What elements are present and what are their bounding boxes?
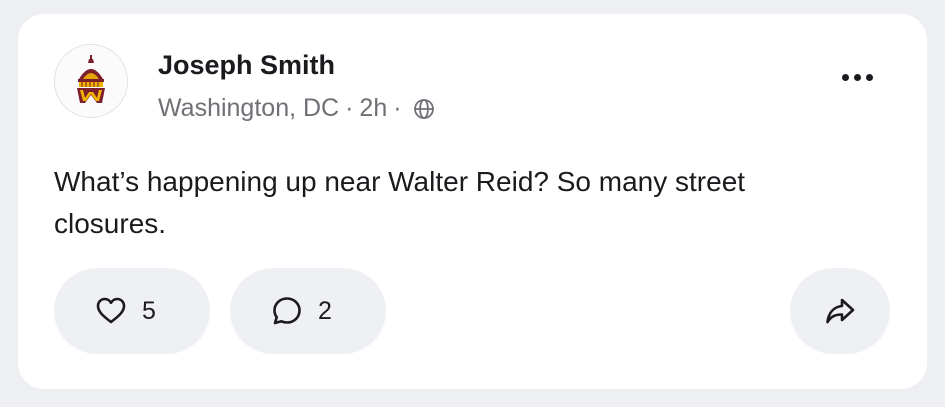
post-text: What’s happening up near Walter Reid? So… xyxy=(54,166,746,239)
post-time[interactable]: 2h xyxy=(359,94,387,123)
share-arrow-icon xyxy=(823,294,857,328)
author-name[interactable]: Joseph Smith xyxy=(158,50,335,81)
more-horizontal-icon xyxy=(841,73,873,81)
meta-separator: · xyxy=(393,94,402,122)
chat-bubble-icon xyxy=(270,294,304,328)
post-card: Joseph Smith Washington, DC · 2h · What’… xyxy=(18,14,927,389)
comment-button[interactable]: 2 xyxy=(230,268,386,354)
globe-icon xyxy=(412,97,436,121)
heart-outline-icon xyxy=(94,294,128,328)
more-options-button[interactable] xyxy=(831,62,883,92)
meta-separator: · xyxy=(345,94,354,122)
avatar[interactable] xyxy=(54,44,128,118)
capitol-dome-w-logo-icon xyxy=(55,45,127,117)
post-meta: Washington, DC · 2h · xyxy=(158,94,436,123)
author-location: Washington, DC xyxy=(158,94,340,122)
like-button[interactable]: 5 xyxy=(54,268,210,354)
comment-count: 2 xyxy=(318,296,332,325)
share-button[interactable] xyxy=(790,268,890,354)
like-count: 5 xyxy=(142,296,156,325)
